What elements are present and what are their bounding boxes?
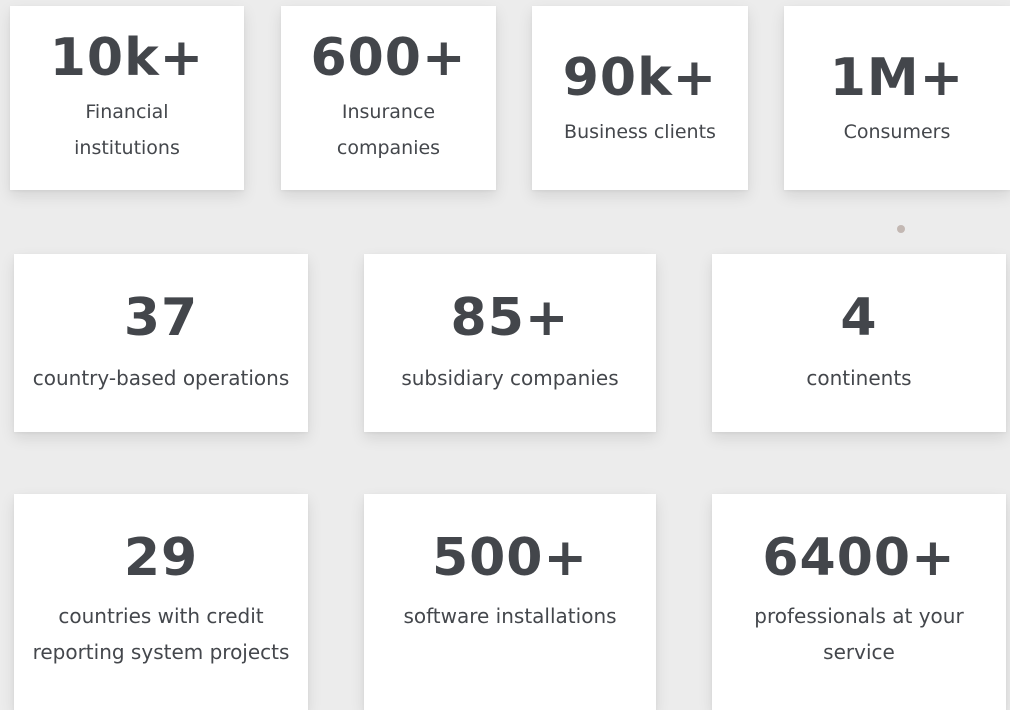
stat-label-line: Insurance xyxy=(341,101,436,123)
stat-label: countries with credit reporting system p… xyxy=(33,598,290,670)
stat-card-software-installations: 500+ software installations xyxy=(364,494,656,710)
stat-value: 37 xyxy=(123,288,199,348)
stat-label-line: Consumers xyxy=(843,121,951,143)
stat-label-line: subsidiary companies xyxy=(401,366,619,390)
stat-card-country-operations: 37 country-based operations xyxy=(14,254,308,432)
stat-label-line: software installations xyxy=(403,604,617,628)
stat-label-line: institutions xyxy=(74,137,180,159)
stat-label-line: country-based operations xyxy=(32,366,290,390)
stat-label: Consumers xyxy=(844,114,951,150)
stat-label: subsidiary companies xyxy=(401,360,618,396)
stat-value: 1M+ xyxy=(829,48,965,108)
stat-label: Financial institutions xyxy=(74,94,180,166)
stat-label-line: companies xyxy=(336,137,441,159)
stat-label: professionals at your service xyxy=(754,598,963,670)
stat-label-line: continents xyxy=(806,366,912,390)
stat-value: 29 xyxy=(123,528,199,588)
stat-card-financial-institutions: 10k+ Financial institutions xyxy=(10,6,244,190)
stat-label-line: professionals at your xyxy=(754,604,964,628)
stat-label: continents xyxy=(806,360,911,396)
stat-value: 4 xyxy=(840,288,878,348)
stat-label: Business clients xyxy=(564,114,716,150)
stat-value: 500+ xyxy=(431,528,589,588)
stat-label-line: countries with credit xyxy=(58,604,264,628)
stat-value: 90k+ xyxy=(562,48,718,108)
stat-label-line: Business clients xyxy=(564,121,716,143)
stat-card-subsidiary-companies: 85+ subsidiary companies xyxy=(364,254,656,432)
stat-value: 10k+ xyxy=(49,28,205,88)
stat-label-line: service xyxy=(823,640,895,664)
stat-card-continents: 4 continents xyxy=(712,254,1006,432)
stat-label: Insurance companies xyxy=(337,94,440,166)
stat-label-line: Financial xyxy=(85,101,169,123)
stat-card-professionals: 6400+ professionals at your service xyxy=(712,494,1006,710)
decorative-dot xyxy=(897,225,905,233)
stat-value: 6400+ xyxy=(762,528,956,588)
stat-label-line: reporting system projects xyxy=(32,640,290,664)
stat-card-insurance-companies: 600+ Insurance companies xyxy=(281,6,496,190)
stat-label: software installations xyxy=(403,598,616,634)
stat-value: 85+ xyxy=(450,288,570,348)
stat-label: country-based operations xyxy=(33,360,290,396)
stat-value: 600+ xyxy=(310,28,467,88)
stat-card-business-clients: 90k+ Business clients xyxy=(532,6,748,190)
stat-card-credit-reporting-countries: 29 countries with credit reporting syste… xyxy=(14,494,308,710)
stat-card-consumers: 1M+ Consumers xyxy=(784,6,1010,190)
